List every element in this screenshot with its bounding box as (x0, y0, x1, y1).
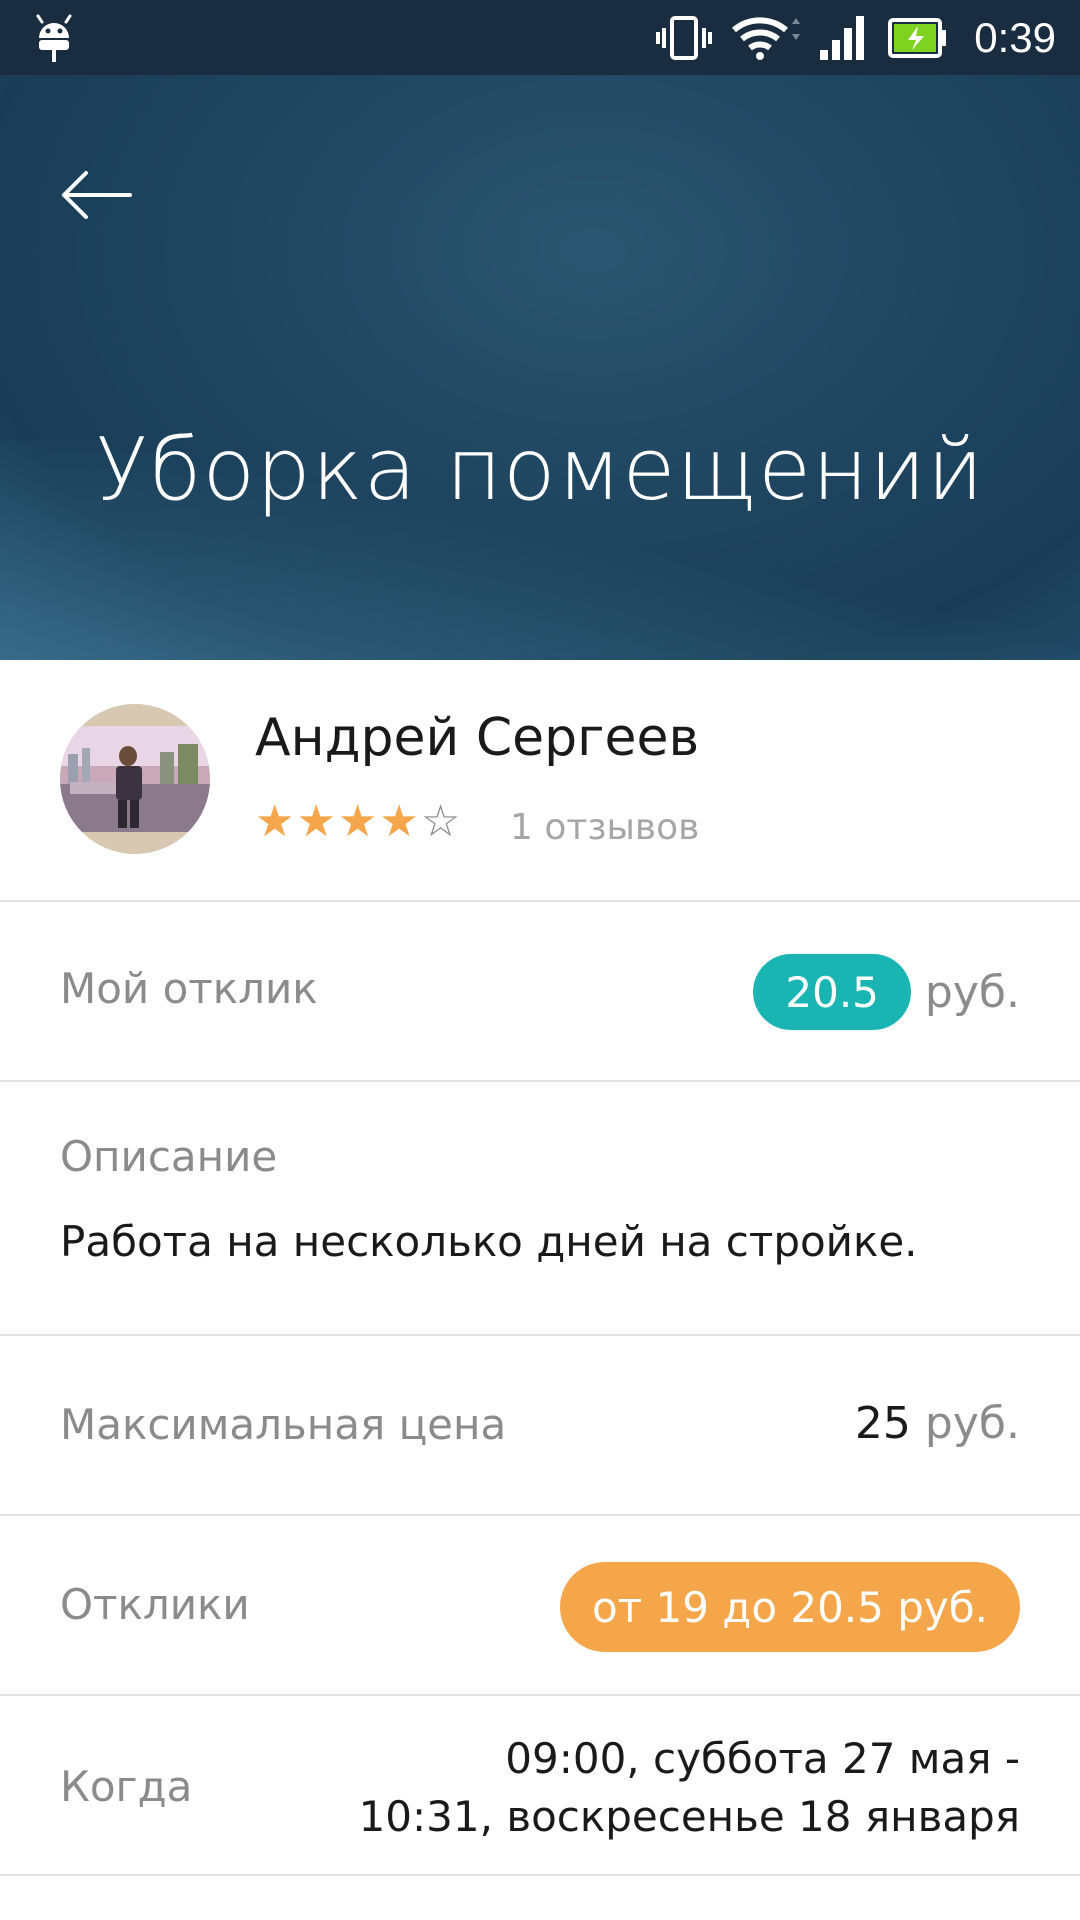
responses-range-badge[interactable]: от 19 до 20.5 руб. (559, 1562, 1020, 1652)
responses-row[interactable]: Отклики от 19 до 20.5 руб. (0, 1516, 1080, 1696)
wifi-icon (732, 16, 801, 60)
rating-stars: ★ ★ ★ ★ ☆ (255, 800, 460, 844)
currency-label: руб. (924, 1398, 1020, 1449)
responses-label: Отклики (60, 1580, 250, 1629)
page-title: Уборка помещений (95, 420, 985, 520)
status-bar: 0:39 (0, 0, 1080, 75)
vibrate-icon (656, 15, 713, 60)
header: Уборка помещений (0, 75, 1080, 660)
description-text: Работа на несколько дней на стройке. (60, 1217, 918, 1266)
arrow-left-icon (62, 171, 132, 219)
my-response-label: Мой отклик (60, 964, 318, 1013)
signal-icon (820, 15, 865, 60)
star-filled-icon: ★ (296, 796, 336, 847)
reviews-count[interactable]: 1 отзывов (510, 807, 699, 848)
user-name: Андрей Сергеев (255, 708, 700, 768)
back-button[interactable] (56, 155, 136, 235)
when-end: 10:31, воскресенье 18 января (358, 1792, 1020, 1841)
star-filled-icon: ★ (255, 796, 295, 847)
description-label: Описание (60, 1132, 278, 1181)
star-filled-icon: ★ (337, 796, 378, 847)
when-row: Когда 09:00, суббота 27 мая - 10:31, вос… (0, 1696, 1080, 1876)
max-price-number: 25 (854, 1398, 911, 1449)
max-price-label: Максимальная цена (60, 1400, 507, 1449)
my-response-row: Мой отклик 20.5 руб. (0, 902, 1080, 1082)
avatar[interactable] (60, 704, 210, 854)
android-debug-icon (36, 14, 72, 62)
status-time: 0:39 (974, 13, 1056, 61)
star-filled-icon: ★ (379, 796, 419, 847)
when-label: Когда (60, 1762, 193, 1811)
star-empty-icon: ☆ (420, 796, 461, 847)
max-price-value: 25 руб. (855, 1398, 1020, 1449)
customer-profile[interactable]: Андрей Сергеев ★ ★ ★ ★ ☆ 1 отзывов (0, 660, 1080, 902)
currency-label: руб. (924, 966, 1020, 1018)
when-start: 09:00, суббота 27 мая - (505, 1734, 1020, 1783)
my-response-value: 20.5 руб. (753, 954, 1020, 1030)
when-value: 09:00, суббота 27 мая - 10:31, воскресен… (359, 1730, 1020, 1846)
battery-charging-icon (888, 17, 947, 58)
description-row: Описание Работа на несколько дней на стр… (0, 1082, 1080, 1336)
max-price-row: Максимальная цена 25 руб. (0, 1336, 1080, 1516)
my-response-badge: 20.5 (753, 954, 911, 1030)
